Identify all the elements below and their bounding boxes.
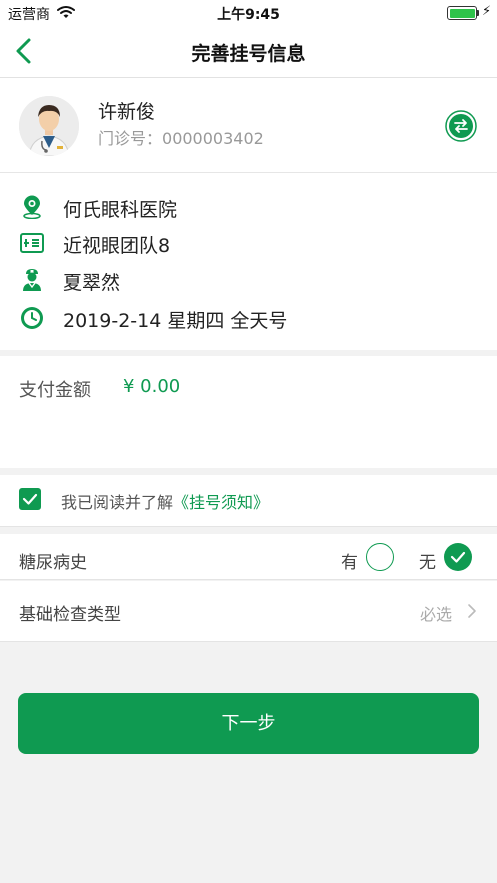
doctor-name: 夏翠然 — [63, 272, 121, 294]
clinic-number-value: 0000003402 — [162, 129, 264, 148]
status-time: 上午9:45 — [217, 7, 280, 23]
agreement-row: 我已阅读并了解《挂号须知》 — [0, 475, 497, 527]
hospital-row: 何氏眼科医院 — [0, 188, 497, 224]
datetime-row: 2019-2-14 星期四 全天号 — [0, 299, 497, 335]
agreement-text: 我已阅读并了解《挂号须知》 — [61, 489, 269, 513]
diabetes-yes-radio[interactable] — [366, 543, 394, 571]
payment-label: 支付金额 — [19, 380, 91, 401]
next-step-button[interactable]: 下一步 — [18, 693, 479, 754]
doctor-row: 夏翠然 — [0, 261, 497, 297]
clinic-number-label: 门诊号： — [98, 129, 163, 148]
hospital-name: 何氏眼科医院 — [63, 199, 178, 221]
chevron-right-icon — [468, 604, 476, 618]
agreement-prefix: 我已阅读并了解 — [61, 493, 174, 512]
exam-type-value: 必选 — [420, 605, 453, 624]
registration-notice-link[interactable]: 《挂号须知》 — [173, 493, 269, 512]
patient-card: 许新俊 门诊号：0000003402 — [0, 78, 497, 173]
clinic-number: 门诊号：0000003402 — [98, 125, 264, 149]
diabetes-history-row: 糖尿病史 有 无 — [0, 534, 497, 580]
diabetes-history-label: 糖尿病史 — [19, 553, 87, 573]
payment-amount: ¥ 0.00 — [123, 376, 181, 397]
diabetes-no-radio[interactable] — [444, 543, 472, 571]
battery-icon — [447, 6, 477, 20]
doctor-icon — [23, 269, 41, 291]
diabetes-no-label: 无 — [419, 553, 436, 573]
battery-tip — [477, 10, 479, 16]
diabetes-yes-label: 有 — [341, 553, 358, 573]
team-card-icon — [20, 233, 44, 253]
nav-bar: 完善挂号信息 — [0, 26, 497, 78]
switch-patient-icon[interactable] — [445, 110, 477, 142]
patient-name: 许新俊 — [98, 101, 156, 123]
appointment-info: 何氏眼科医院 近视眼团队8 夏翠然 2019-2-14 星期四 全天号 — [0, 173, 497, 350]
location-pin-icon — [23, 195, 41, 219]
agreement-checkbox[interactable] — [19, 488, 41, 510]
page-title: 完善挂号信息 — [191, 43, 306, 65]
payment-section: 支付金额 ¥ 0.00 — [0, 356, 497, 468]
team-row: 近视眼团队8 — [0, 224, 497, 260]
appointment-datetime: 2019-2-14 星期四 全天号 — [63, 310, 288, 332]
team-name: 近视眼团队8 — [63, 235, 171, 257]
exam-type-label: 基础检查类型 — [19, 605, 121, 625]
clock-icon — [21, 307, 43, 329]
status-bar: 运营商 上午9:45 ⚡ — [0, 0, 497, 26]
avatar-icon — [19, 96, 79, 156]
charging-icon: ⚡ — [482, 4, 492, 19]
exam-type-row[interactable]: 基础检查类型 必选 — [0, 581, 497, 642]
doctor-avatar — [19, 96, 79, 156]
